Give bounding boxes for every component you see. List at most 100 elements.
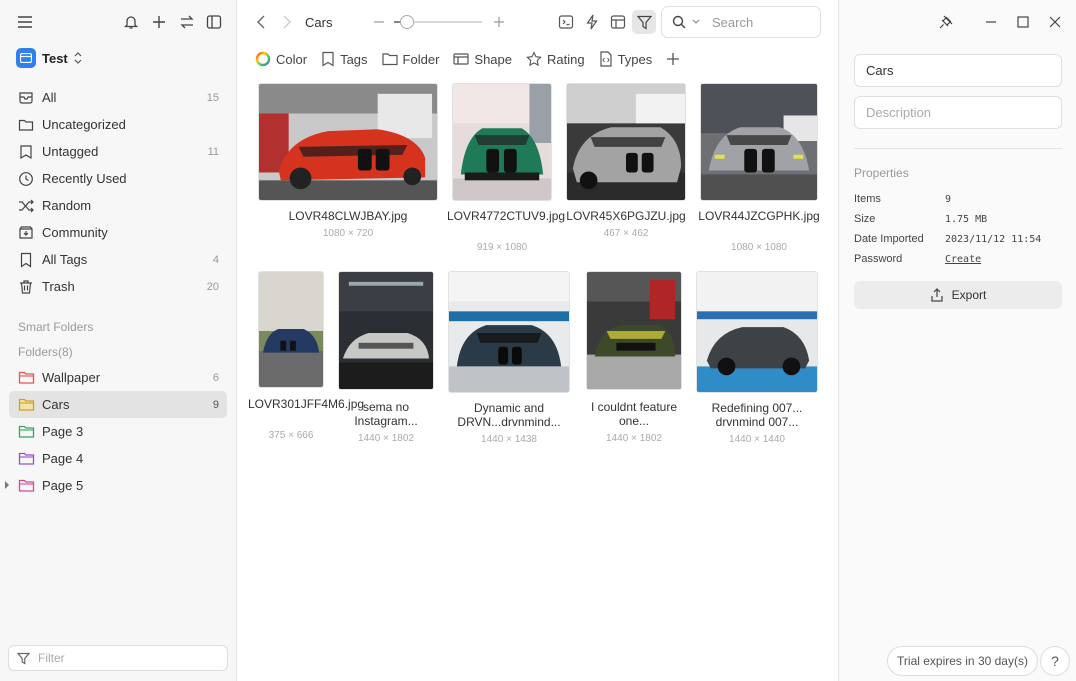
color-wheel-icon bbox=[255, 51, 271, 67]
tag-icon bbox=[17, 251, 35, 269]
filter-shape-button[interactable]: Shape bbox=[453, 52, 512, 67]
folder-label: Page 5 bbox=[42, 478, 84, 493]
description-field[interactable]: Description bbox=[854, 96, 1062, 129]
close-button[interactable] bbox=[1043, 10, 1067, 34]
folder-item-wallpaper[interactable]: Wallpaper 6 bbox=[9, 364, 227, 391]
sidebar-item-uncategorized[interactable]: Uncategorized bbox=[9, 111, 227, 138]
filter-toggle-icon[interactable] bbox=[632, 10, 656, 34]
folder-icon bbox=[17, 423, 35, 441]
folder-item-page-4[interactable]: Page 4 bbox=[9, 445, 227, 472]
zoom-slider-handle[interactable] bbox=[400, 15, 414, 29]
thumbnail-image[interactable] bbox=[566, 83, 686, 201]
filter-tags-label: Tags bbox=[340, 51, 368, 67]
chevron-down-icon bbox=[692, 19, 700, 25]
tag-icon bbox=[321, 51, 335, 67]
filter-color-button[interactable]: Color bbox=[255, 51, 307, 67]
thumbnail-image[interactable] bbox=[586, 271, 682, 390]
sidebar-item-count: 15 bbox=[206, 91, 219, 104]
thumbnail-dimensions: 1080 × 720 bbox=[322, 228, 374, 239]
sidebar-item-all[interactable]: All 15 bbox=[9, 84, 227, 111]
menu-icon[interactable] bbox=[13, 10, 37, 34]
community-icon bbox=[17, 224, 35, 242]
sidebar-item-all-tags[interactable]: All Tags 4 bbox=[9, 246, 227, 273]
sidebar-item-label: Untagged bbox=[42, 144, 99, 159]
sidebar-item-random[interactable]: Random bbox=[9, 192, 227, 219]
library-name: Test bbox=[42, 50, 68, 66]
sync-icon[interactable] bbox=[175, 10, 199, 34]
maximize-button[interactable] bbox=[1011, 10, 1035, 34]
bell-icon[interactable] bbox=[119, 10, 143, 34]
filter-folder-label: Folder bbox=[402, 51, 440, 67]
layout-icon[interactable] bbox=[606, 10, 630, 34]
folder-label: Page 4 bbox=[42, 451, 84, 466]
sidebar: Test All 15 Uncategorized Untagged 11 Re… bbox=[0, 0, 237, 681]
thumbnail-name: LOVR48CLWJBAY.jpg bbox=[288, 209, 408, 223]
sidebar-item-community[interactable]: Community bbox=[9, 219, 227, 246]
filter-types-button[interactable]: Types bbox=[599, 51, 652, 67]
help-button[interactable]: ? bbox=[1040, 646, 1070, 676]
smart-folders-heading[interactable]: Smart Folders bbox=[18, 320, 93, 334]
folder-icon bbox=[17, 369, 35, 387]
divider bbox=[854, 148, 1062, 149]
expand-arrow-icon[interactable] bbox=[4, 481, 10, 489]
export-icon bbox=[930, 288, 944, 302]
thumbnail-image[interactable] bbox=[452, 83, 552, 201]
thumbnail-dimensions: 1440 × 1440 bbox=[729, 434, 785, 445]
star-icon bbox=[526, 51, 542, 67]
terminal-icon[interactable] bbox=[554, 10, 578, 34]
lightning-icon[interactable] bbox=[580, 10, 604, 34]
thumbnail-dimensions: 375 × 666 bbox=[268, 430, 314, 441]
sidebar-nav: All 15 Uncategorized Untagged 11 Recentl… bbox=[9, 84, 227, 300]
folder-item-page-3[interactable]: Page 3 bbox=[9, 418, 227, 445]
forward-button[interactable] bbox=[275, 10, 299, 34]
library-switcher[interactable]: Test bbox=[16, 48, 82, 68]
sidebar-item-trash[interactable]: Trash 20 bbox=[9, 273, 227, 300]
thumbnail-image[interactable] bbox=[258, 271, 324, 388]
sidebar-filter-input[interactable]: Filter bbox=[8, 645, 228, 671]
thumbnail-name: LOVR301JFF4M6.jpg bbox=[248, 397, 365, 411]
pin-icon[interactable] bbox=[934, 10, 958, 34]
filter-placeholder: Filter bbox=[38, 651, 65, 665]
thumbnail-image[interactable] bbox=[696, 271, 818, 393]
shape-icon bbox=[453, 52, 470, 66]
plus-icon[interactable] bbox=[147, 10, 171, 34]
sidebar-toolbar bbox=[0, 10, 237, 34]
add-filter-button[interactable] bbox=[666, 52, 680, 66]
clock-icon bbox=[17, 170, 35, 188]
uncategorized-icon bbox=[17, 116, 35, 134]
thumbnail-image[interactable] bbox=[338, 271, 434, 390]
shuffle-icon bbox=[17, 197, 35, 215]
zoom-slider[interactable] bbox=[394, 15, 482, 29]
prop-size-label: Size bbox=[854, 213, 876, 225]
minimize-button[interactable] bbox=[979, 10, 1003, 34]
folder-item-page-5[interactable]: Page 5 bbox=[5, 472, 227, 499]
thumbnail-name: LOVR4772CTUV9.jpg bbox=[447, 209, 566, 223]
thumbnail-image[interactable] bbox=[700, 83, 818, 201]
folder-icon bbox=[17, 477, 35, 495]
zoom-in-button[interactable] bbox=[487, 10, 511, 34]
folder-name-input[interactable]: Cars bbox=[854, 54, 1062, 87]
filter-color-label: Color bbox=[276, 51, 308, 67]
search-input[interactable]: Search bbox=[661, 6, 821, 38]
thumbnail-image[interactable] bbox=[448, 271, 570, 393]
export-button[interactable]: Export bbox=[854, 281, 1062, 309]
prop-date-value: 2023/11/12 11:54 bbox=[945, 234, 1042, 245]
back-button[interactable] bbox=[249, 10, 273, 34]
sidebar-toggle-icon[interactable] bbox=[202, 10, 226, 34]
prop-password-label: Password bbox=[854, 253, 903, 265]
thumbnail-image[interactable] bbox=[258, 83, 438, 201]
filter-folder-button[interactable]: Folder bbox=[381, 51, 440, 67]
folders-heading[interactable]: Folders(8) bbox=[18, 345, 73, 359]
zoom-out-button[interactable] bbox=[367, 10, 391, 34]
trial-badge[interactable]: Trial expires in 30 day(s) bbox=[887, 646, 1038, 676]
folder-item-cars[interactable]: Cars 9 bbox=[9, 391, 227, 418]
filter-tags-button[interactable]: Tags bbox=[321, 51, 368, 67]
thumbnail-name: I couldnt feature one... bbox=[590, 400, 678, 428]
sidebar-item-recently-used[interactable]: Recently Used bbox=[9, 165, 227, 192]
sidebar-item-untagged[interactable]: Untagged 11 bbox=[9, 138, 227, 165]
file-type-icon bbox=[599, 51, 613, 67]
create-password-link[interactable]: Create bbox=[945, 254, 981, 265]
thumbnail-name: LOVR44JZCGPHK.jpg bbox=[698, 209, 820, 223]
export-label: Export bbox=[951, 288, 987, 302]
filter-rating-button[interactable]: Rating bbox=[526, 51, 585, 67]
